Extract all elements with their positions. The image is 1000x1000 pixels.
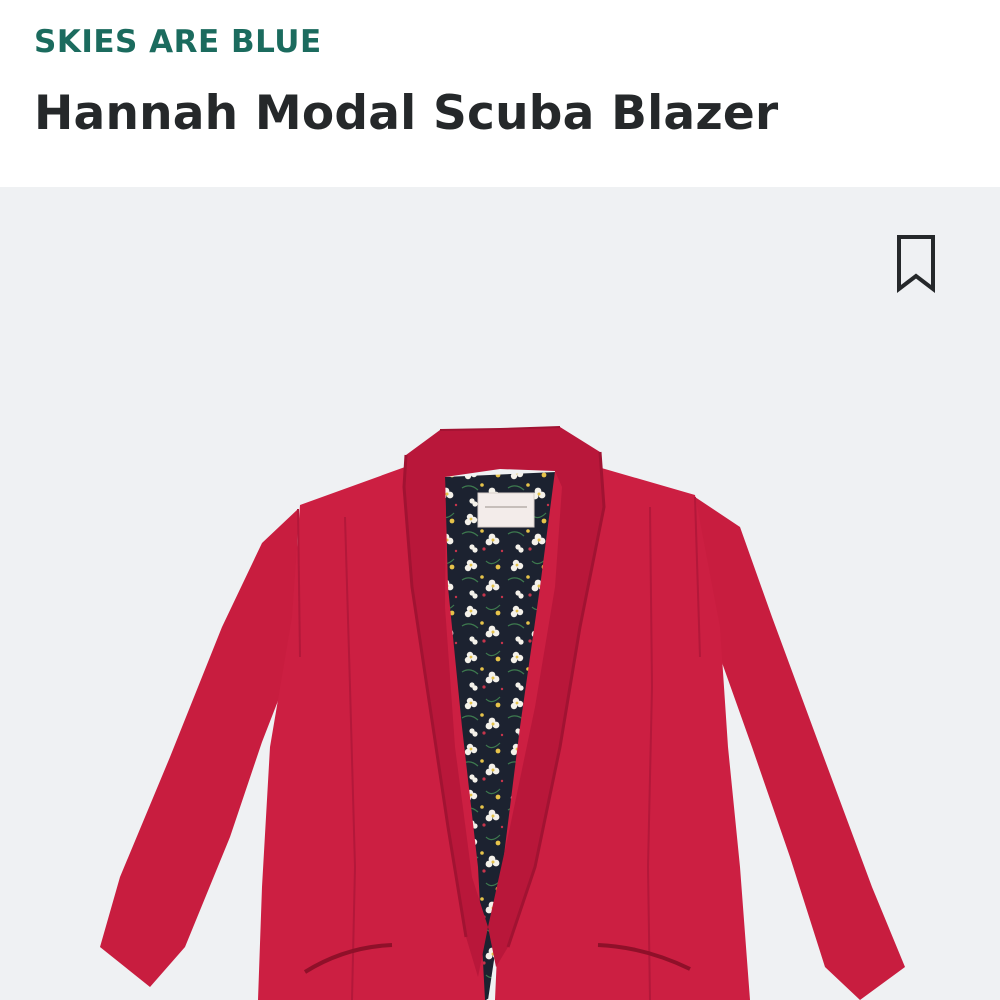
brand-name[interactable]: SKIES ARE BLUE: [34, 24, 322, 60]
product-image: [100, 426, 905, 1000]
bookmark-button[interactable]: [893, 233, 941, 295]
product-header: SKIES ARE BLUE Hannah Modal Scuba Blazer: [0, 0, 1000, 187]
bookmark-icon: [897, 235, 935, 294]
product-title: Hannah Modal Scuba Blazer: [34, 86, 779, 141]
